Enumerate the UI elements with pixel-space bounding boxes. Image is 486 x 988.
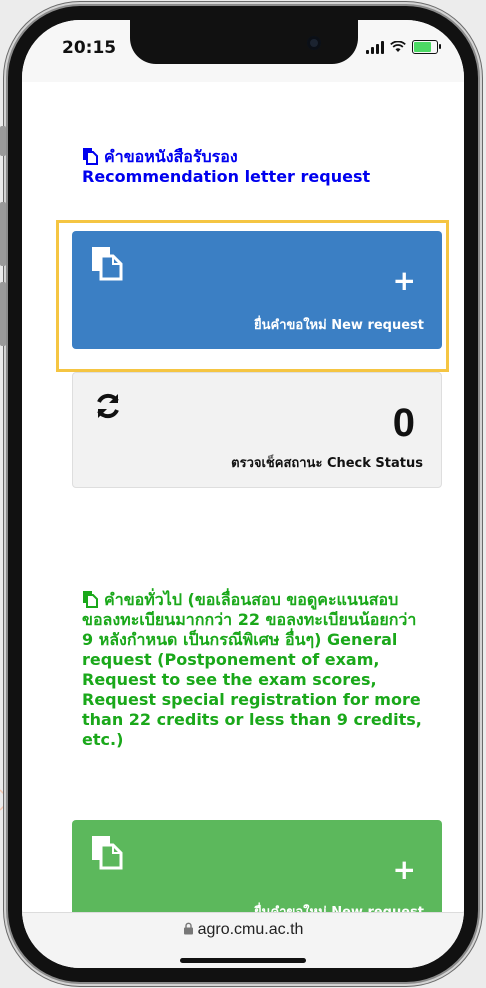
phone-screen: 20:15 คำขอหนังสือรับรอง Recommendation l… [22,20,464,968]
recommendation-heading-thai: คำขอหนังสือรับรอง [104,147,238,166]
plus-icon: + [392,264,416,297]
recommendation-new-request-button[interactable]: + ยื่นคำขอใหม่ New request [72,231,442,349]
status-bar: 20:15 [22,20,464,82]
document-icon [83,148,98,165]
url-text: agro.cmu.ac.th [197,921,304,938]
wifi-icon [390,41,406,52]
camera-icon [307,36,321,50]
document-icon [83,591,98,608]
page-content: คำขอหนังสือรับรอง Recommendation letter … [22,82,464,920]
new-request-label: ยื่นคำขอใหม่ New request [254,318,424,333]
general-request-heading-text: คำขอทั่วไป (ขอเลื่อนสอบ ขอดูคะแนนสอบ ขอล… [82,590,422,749]
refresh-icon [97,393,119,419]
battery-icon [412,40,441,54]
check-status-label: ตรวจเช็คสถานะ Check Status [231,456,423,471]
volume-down-button [0,282,6,346]
plus-icon: + [392,853,416,886]
notch [130,20,358,64]
document-icon [92,836,123,870]
recommendation-heading: คำขอหนังสือรับรอง Recommendation letter … [82,147,422,187]
volume-up-button [0,202,6,266]
status-count: 0 [392,401,415,445]
phone-frame: 20:15 คำขอหนังสือรับรอง Recommendation l… [0,6,478,982]
status-icons [366,40,441,54]
status-time: 20:15 [62,38,117,58]
signal-icon [366,40,384,54]
home-indicator[interactable] [180,958,306,963]
address-text: agro.cmu.ac.th [22,921,464,939]
lock-icon [183,922,193,935]
general-new-request-button[interactable]: + ยื่นคำขอใหม่ New request [72,820,442,920]
mute-switch [0,126,6,156]
recommendation-heading-english: Recommendation letter request [82,167,371,186]
general-request-heading: คำขอทั่วไป (ขอเลื่อนสอบ ขอดูคะแนนสอบ ขอล… [82,590,422,750]
check-status-button[interactable]: 0 ตรวจเช็คสถานะ Check Status [72,372,442,488]
document-icon [92,247,123,281]
